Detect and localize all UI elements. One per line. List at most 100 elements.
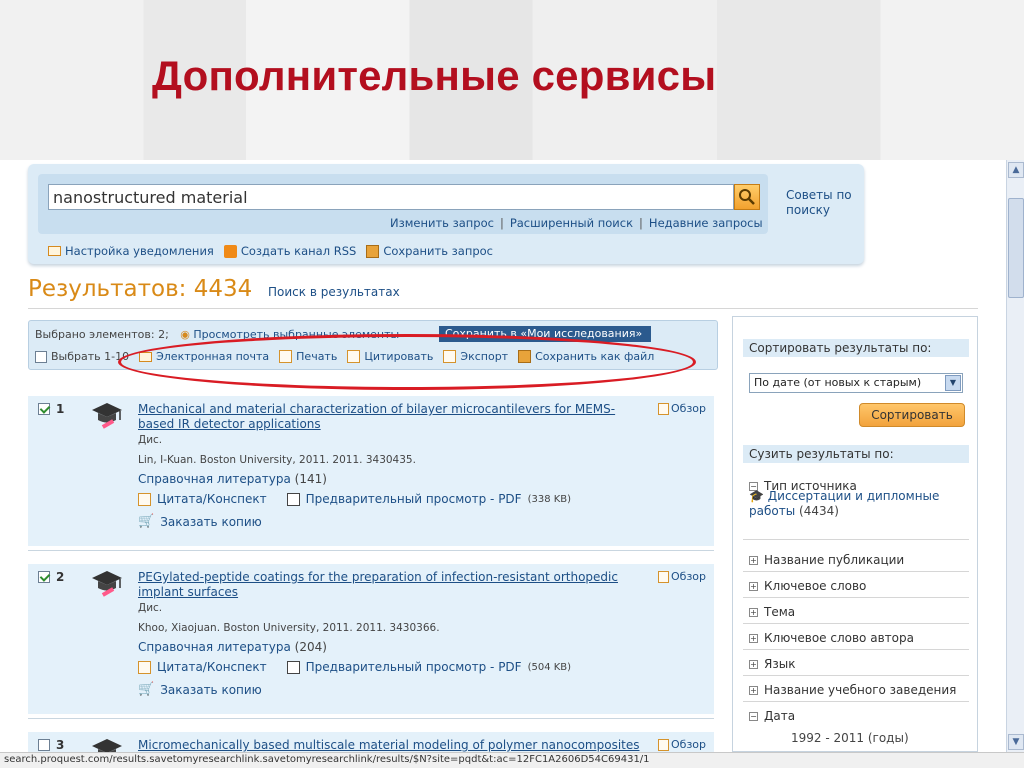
references-link[interactable]: Справочная литература (204)	[138, 640, 327, 654]
overview-label: Обзор	[671, 570, 707, 583]
search-panel: Изменить запрос | Расширенный поиск | Недавн…	[28, 164, 864, 264]
facet-label: Ключевое слово	[764, 579, 867, 593]
facet-institution[interactable]: + Название учебного заведения	[749, 683, 969, 697]
overview-link[interactable]: Обзор	[658, 402, 706, 415]
search-tips-link[interactable]: Советы по поиску	[786, 188, 866, 218]
divider	[28, 308, 978, 309]
document-icon	[658, 570, 669, 583]
vertical-scrollbar[interactable]: ▲ ▼	[1006, 160, 1024, 752]
overview-link[interactable]: Обзор	[658, 738, 706, 751]
select-range-control[interactable]: Выбрать 1-10	[35, 350, 129, 363]
facet-language[interactable]: + Язык	[749, 657, 969, 671]
printer-icon	[279, 350, 293, 363]
facet-subject[interactable]: + Тема	[749, 605, 969, 619]
expand-icon: +	[749, 555, 758, 565]
advanced-search-link[interactable]: Расширенный поиск	[510, 216, 633, 230]
select-all-checkbox[interactable]	[35, 350, 47, 363]
email-label: Электронная почта	[156, 350, 270, 363]
facet-label: Язык	[764, 657, 796, 671]
facet-label: Название публикации	[764, 553, 905, 567]
result-title-link[interactable]: PEGylated-peptide coatings for the prepa…	[138, 570, 638, 600]
expand-icon: +	[749, 581, 758, 591]
order-copy-link[interactable]: 🛒 Заказать копию	[138, 514, 262, 529]
pdf-preview-link[interactable]: Предварительный просмотр - PDF	[306, 492, 522, 506]
expand-icon: +	[749, 607, 758, 617]
facet-author-keyword[interactable]: + Ключевое слово автора	[749, 631, 969, 645]
document-icon	[658, 738, 669, 751]
facet-publication-title[interactable]: + Название публикации	[749, 553, 969, 567]
facet-keyword[interactable]: + Ключевое слово	[749, 579, 969, 593]
search-button[interactable]	[734, 184, 760, 210]
result-divider	[28, 718, 714, 719]
overview-link[interactable]: Обзор	[658, 570, 706, 583]
facet-value-count: (4434)	[799, 504, 839, 518]
order-copy-label: Заказать копию	[160, 514, 262, 529]
abstract-link[interactable]: Цитата/Конспект	[157, 660, 267, 674]
separator: |	[639, 216, 643, 230]
export-label: Экспорт	[460, 350, 509, 363]
save-as-file-link[interactable]: Сохранить как файл	[518, 350, 654, 363]
save-search-link[interactable]: Сохранить запрос	[366, 244, 493, 258]
order-copy-link[interactable]: 🛒 Заказать копию	[138, 682, 262, 697]
print-label: Печать	[296, 350, 338, 363]
divider	[743, 539, 969, 540]
pdf-size: (504 KB)	[527, 661, 572, 673]
search-icon	[739, 189, 755, 205]
sort-heading: Сортировать результаты по:	[743, 339, 969, 357]
scroll-down-icon[interactable]: ▼	[1008, 734, 1024, 750]
result-title-link[interactable]: Mechanical and material characterization…	[138, 402, 638, 432]
create-rss-link[interactable]: Создать канал RSS	[223, 244, 356, 258]
facet-dissertations-link[interactable]: 🎓 Диссертации и дипломные работы (4434)	[749, 489, 959, 519]
abstract-link[interactable]: Цитата/Конспект	[157, 492, 267, 506]
sort-select[interactable]: По дате (от новых к старым) ▼	[749, 373, 963, 393]
export-link[interactable]: Экспорт	[443, 350, 508, 363]
result-checkbox[interactable]	[38, 403, 50, 415]
eye-icon: ◉	[180, 328, 190, 341]
result-divider	[28, 550, 714, 551]
search-input[interactable]	[48, 184, 734, 210]
email-link[interactable]: Электронная почта	[139, 350, 269, 363]
divider	[743, 701, 969, 702]
sort-button[interactable]: Сортировать	[859, 403, 965, 427]
divider	[743, 597, 969, 598]
set-alert-link[interactable]: Настройка уведомления	[48, 244, 214, 258]
modify-query-link[interactable]: Изменить запрос	[390, 216, 494, 230]
toolbar-row-selected: Выбрано элементов: 2; ◉ Просмотреть выбр…	[35, 328, 399, 341]
abstract-icon	[138, 660, 151, 674]
floppy-icon	[366, 244, 380, 258]
expand-icon: +	[749, 685, 758, 695]
pdf-icon	[286, 492, 300, 506]
pdf-preview-link[interactable]: Предварительный просмотр - PDF	[306, 660, 522, 674]
cite-link[interactable]: Цитировать	[347, 350, 433, 363]
result-item-1: 1 Mechanical and material characterizati…	[28, 396, 714, 546]
sort-select-value: По дате (от новых к старым)	[754, 376, 922, 389]
result-title-link[interactable]: Micromechanically based multiscale mater…	[138, 738, 658, 752]
document-type: Дис.	[138, 434, 163, 446]
rss-icon	[223, 244, 237, 258]
view-selected-link[interactable]: ◉ Просмотреть выбранные элементы	[180, 328, 399, 341]
recent-searches-link[interactable]: Недавние запросы	[649, 216, 763, 230]
facet-label: Ключевое слово автора	[764, 631, 914, 645]
document-type: Дис.	[138, 602, 163, 614]
sidebar: Сортировать результаты по: По дате (от н…	[732, 316, 978, 752]
cite-label: Цитировать	[364, 350, 434, 363]
search-within-link[interactable]: Поиск в результатах	[268, 285, 400, 299]
scrollbar-thumb[interactable]	[1008, 198, 1024, 298]
references-count: (204)	[294, 640, 327, 654]
references-link[interactable]: Справочная литература (141)	[138, 472, 327, 486]
result-actions: Цитата/Конспект Предварительный просмотр…	[138, 660, 571, 674]
references-label: Справочная литература	[138, 472, 291, 486]
result-number-label: 2	[56, 570, 65, 584]
separator: |	[499, 216, 504, 230]
graduation-cap-icon	[92, 739, 122, 752]
set-alert-label: Настройка уведомления	[65, 244, 214, 258]
print-link[interactable]: Печать	[279, 350, 337, 363]
result-actions: Цитата/Конспект Предварительный просмотр…	[138, 492, 571, 506]
save-to-my-research-button[interactable]: Сохранить в «Мои исследования»	[439, 326, 651, 342]
scroll-up-icon[interactable]: ▲	[1008, 162, 1024, 178]
result-checkbox[interactable]	[38, 739, 50, 751]
search-links: Изменить запрос | Расширенный поиск | Недавн…	[390, 216, 763, 230]
result-checkbox[interactable]	[38, 571, 50, 583]
facet-date[interactable]: − Дата	[749, 709, 969, 723]
view-selected-label: Просмотреть выбранные элементы	[193, 328, 400, 341]
